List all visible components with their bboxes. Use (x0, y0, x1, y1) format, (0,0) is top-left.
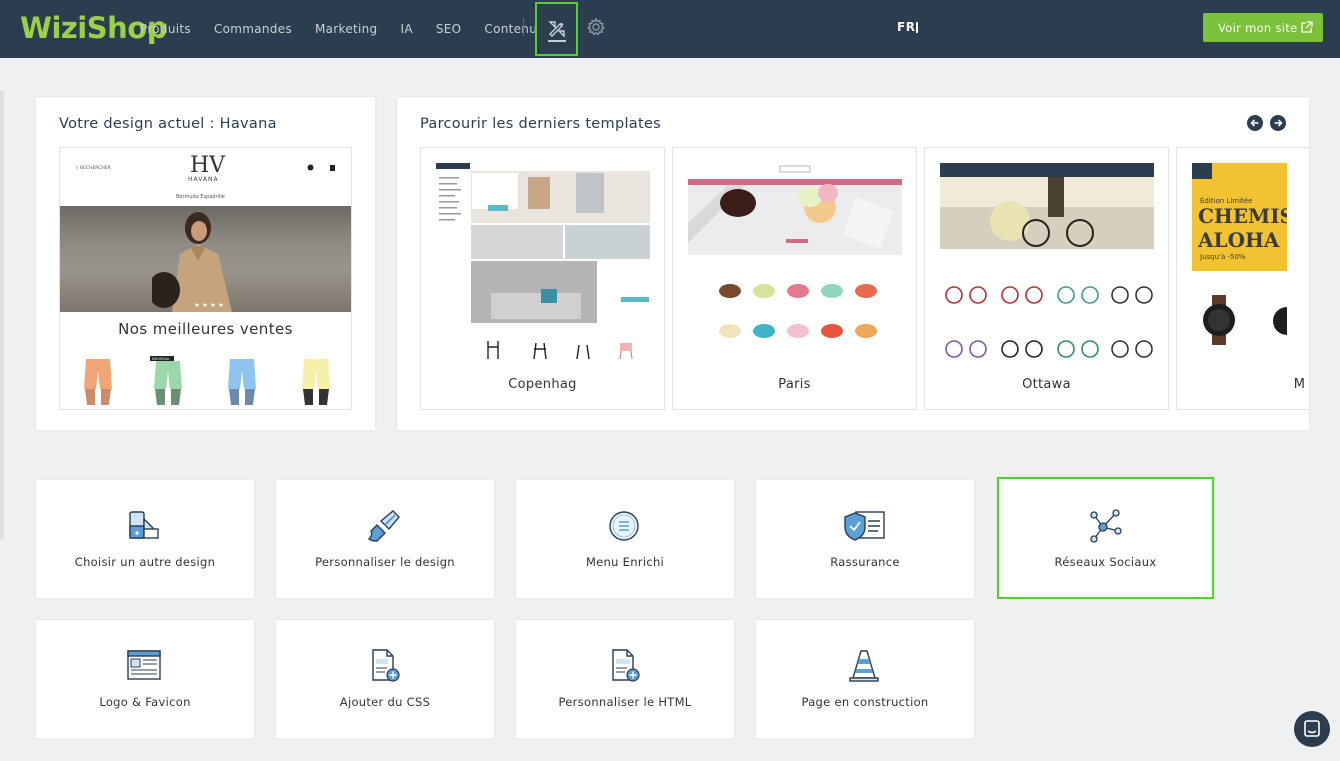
current-design-preview[interactable]: ⌕ RECHERCHER HV HAVANA Bermuda Espadrill… (59, 147, 352, 410)
tile-label: Rassurance (830, 555, 900, 569)
template-name: Copenhag (508, 377, 577, 392)
tile-label: Personnaliser le design (315, 555, 455, 569)
network-icon (1090, 509, 1122, 543)
preview-logo: HV (190, 153, 226, 178)
preview-product-1 (84, 359, 112, 405)
preview-bag-icon (330, 165, 335, 171)
nav-item-marketing[interactable]: Marketing (315, 22, 378, 36)
top-navigation-bar: WiziShop Produits Commandes Marketing IA… (0, 0, 1340, 58)
tile-add-css[interactable]: Ajouter du CSS (276, 620, 494, 738)
preview-header: ⌕ RECHERCHER HV HAVANA Bermuda Espadrill… (60, 148, 351, 206)
template-thumbnail (940, 163, 1154, 363)
browser-window-icon (127, 650, 161, 680)
template-name: M (1293, 377, 1306, 392)
tile-customize-html[interactable]: Personnaliser le HTML (516, 620, 734, 738)
template-thumbnail (688, 163, 902, 363)
language-selector[interactable]: FR (897, 20, 915, 34)
gear-icon[interactable] (586, 17, 606, 37)
template-card-paris[interactable]: Paris (672, 147, 917, 410)
template-name: Ottawa (1022, 377, 1071, 392)
current-design-card: Votre design actuel : Havana ⌕ RECHERCHE… (36, 97, 375, 430)
shield-check-icon (844, 511, 885, 541)
tile-label: Logo & Favicon (99, 695, 191, 709)
template-card-ottawa[interactable]: Ottawa (924, 147, 1169, 410)
templates-card: Parcourir les derniers templates Copenha… (397, 97, 1309, 430)
design-tools-icon (547, 21, 565, 38)
svg-text:Jusqu'à -50%: Jusqu'à -50% (1199, 253, 1246, 261)
template-name: Paris (778, 377, 811, 392)
tile-label: Personnaliser le HTML (558, 695, 692, 709)
active-indicator (548, 40, 566, 42)
external-link-icon (1301, 21, 1313, 33)
tile-label: Ajouter du CSS (339, 695, 431, 709)
template-card-copenhag[interactable]: Copenhag (420, 147, 665, 410)
chat-icon (1304, 720, 1320, 737)
side-panel-edge (0, 90, 4, 540)
nav-item-produits[interactable]: Produits (140, 22, 191, 36)
template-thumbnail: Édition Limitée CHEMIS ALOHA ! Jusqu'à -… (1192, 163, 1287, 363)
tile-choose-design[interactable]: Choisir un autre design (36, 480, 254, 598)
preview-hero-image (60, 206, 351, 312)
svg-text:CHEMIS: CHEMIS (1198, 204, 1287, 228)
svg-text:NOUVEAU: NOUVEAU (152, 357, 170, 361)
carousel-prev-button[interactable] (1247, 115, 1263, 131)
view-site-button[interactable]: Voir mon site (1203, 13, 1323, 42)
tile-label: Page en construction (801, 695, 929, 709)
language-separator (916, 22, 918, 33)
preview-product-4 (302, 359, 330, 405)
preview-user-icon (307, 164, 314, 171)
preview-search: ⌕ RECHERCHER (76, 166, 111, 171)
traffic-cone-icon (849, 650, 879, 682)
main-nav: Produits Commandes Marketing IA SEO Cont… (140, 0, 560, 58)
carousel-next-button[interactable] (1270, 115, 1286, 131)
nav-item-commandes[interactable]: Commandes (214, 22, 292, 36)
svg-text:ALOHA !: ALOHA ! (1197, 228, 1287, 252)
palette-select-icon (129, 511, 159, 539)
preview-menu: Bermuda Espadrille (176, 194, 225, 200)
html-file-icon (612, 649, 640, 682)
chat-launcher-button[interactable] (1294, 711, 1330, 747)
nav-item-contenu[interactable]: Contenu (484, 22, 537, 36)
nav-separator (523, 18, 524, 36)
preview-brand: HAVANA (188, 176, 219, 183)
arrow-left-icon (1250, 119, 1259, 127)
templates-title: Parcourir les derniers templates (420, 116, 662, 132)
tile-logo-favicon[interactable]: Logo & Favicon (36, 620, 254, 738)
preview-product-3 (228, 359, 256, 405)
menu-list-icon (609, 511, 639, 541)
preview-section-title: Nos meilleures ventes (118, 320, 293, 338)
tile-rich-menu[interactable]: Menu Enrichi (516, 480, 734, 598)
nav-item-ia[interactable]: IA (400, 22, 412, 36)
preview-product-2: NOUVEAU (150, 356, 182, 405)
tile-social-networks[interactable]: Réseaux Sociaux (997, 477, 1214, 599)
tile-label: Réseaux Sociaux (1054, 555, 1157, 569)
view-site-label: Voir mon site (1218, 20, 1298, 35)
nav-design-button[interactable] (535, 2, 578, 56)
tile-label: Choisir un autre design (74, 555, 216, 569)
css-file-icon (372, 649, 400, 682)
template-thumbnail (436, 163, 650, 363)
paint-brush-icon (368, 510, 400, 542)
template-card-m[interactable]: Édition Limitée CHEMIS ALOHA ! Jusqu'à -… (1176, 147, 1309, 410)
tile-label: Menu Enrichi (585, 555, 665, 569)
nav-item-seo[interactable]: SEO (436, 22, 462, 36)
current-design-title: Votre design actuel : Havana (59, 116, 277, 132)
tile-reassurance[interactable]: Rassurance (756, 480, 974, 598)
arrow-right-icon (1274, 119, 1283, 127)
tile-customize-design[interactable]: Personnaliser le design (276, 480, 494, 598)
tile-under-construction[interactable]: Page en construction (756, 620, 974, 738)
